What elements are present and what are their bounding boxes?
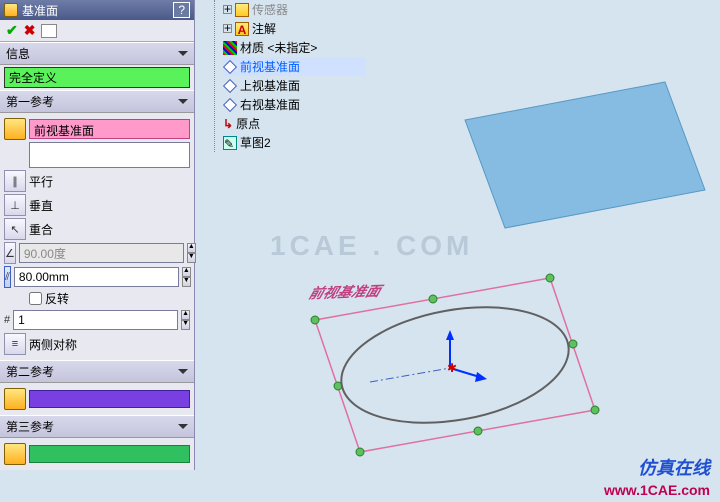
pm-title: 基准面 bbox=[22, 2, 58, 19]
angle-input bbox=[19, 243, 184, 263]
coincident-button[interactable]: ↖ bbox=[4, 218, 26, 240]
count-input[interactable] bbox=[13, 310, 178, 330]
count-spinner[interactable]: ▲▼ bbox=[181, 310, 190, 330]
plane-label-3d: 前视基准面 bbox=[306, 281, 383, 303]
ref3-icon bbox=[4, 443, 26, 465]
plane-title-icon bbox=[4, 3, 18, 17]
origin-triad: ✱ bbox=[446, 330, 487, 382]
section-ref3[interactable]: 第三参考 bbox=[0, 415, 194, 438]
status-field: 完全定义 bbox=[4, 67, 190, 88]
ref1-selection-box[interactable] bbox=[29, 142, 190, 168]
parallel-button[interactable]: ∥ bbox=[4, 170, 26, 192]
ref2-icon bbox=[4, 388, 26, 410]
angle-button[interactable]: ∠ bbox=[4, 242, 16, 264]
pm-titlebar: 基准面 ? bbox=[0, 0, 194, 20]
help-button[interactable]: ? bbox=[173, 2, 190, 18]
watermark-brand: 仿真在线 bbox=[638, 454, 710, 480]
svg-text:✱: ✱ bbox=[447, 361, 457, 375]
ref3-selection[interactable] bbox=[29, 445, 190, 463]
property-manager: 基准面 ? ✔ ✖ 信息 完全定义 第一参考 前视基准面 ∥平行 ⊥垂直 ↖重合… bbox=[0, 0, 195, 470]
watermark-center: 1CAE . COM bbox=[270, 230, 473, 262]
chevron-down-icon bbox=[178, 51, 188, 61]
pin-button[interactable] bbox=[41, 24, 57, 38]
chevron-down-icon bbox=[178, 369, 188, 379]
distance-input[interactable] bbox=[14, 267, 179, 287]
midplane-button[interactable]: ≡ bbox=[4, 333, 26, 355]
perpendicular-button[interactable]: ⊥ bbox=[4, 194, 26, 216]
distance-spinner[interactable]: ▲▼ bbox=[182, 267, 191, 287]
section-info[interactable]: 信息 bbox=[0, 42, 194, 65]
count-icon: # bbox=[4, 309, 10, 331]
selection-icon bbox=[4, 118, 26, 140]
offset-plane bbox=[465, 82, 705, 228]
cancel-button[interactable]: ✖ bbox=[24, 22, 36, 39]
chevron-down-icon bbox=[178, 99, 188, 109]
ref1-selection[interactable]: 前视基准面 bbox=[29, 119, 190, 139]
flip-checkbox[interactable] bbox=[29, 292, 42, 305]
confirm-bar: ✔ ✖ bbox=[0, 20, 194, 42]
watermark-url: www.1CAE.com bbox=[604, 482, 710, 498]
ref2-selection[interactable] bbox=[29, 390, 190, 408]
distance-button[interactable]: ⫽ bbox=[4, 266, 11, 288]
section-ref1[interactable]: 第一参考 bbox=[0, 90, 194, 113]
section-ref2[interactable]: 第二参考 bbox=[0, 360, 194, 383]
ref1-body: 前视基准面 ∥平行 ⊥垂直 ↖重合 ∠ ▲▼ ⫽ ▲▼ 反转 # ▲▼ ≡两侧对… bbox=[0, 113, 194, 360]
chevron-down-icon bbox=[178, 424, 188, 434]
ok-button[interactable]: ✔ bbox=[6, 22, 18, 39]
